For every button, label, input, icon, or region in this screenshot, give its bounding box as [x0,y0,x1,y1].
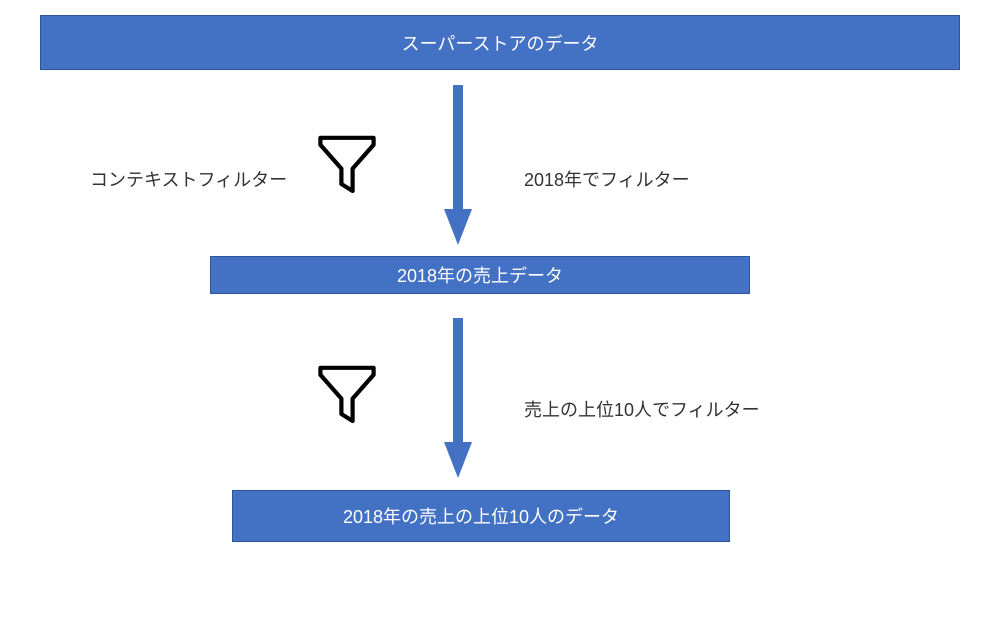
filter-top10-label: 売上の上位10人でフィルター [524,396,760,422]
filtered-2018-box: 2018年の売上データ [210,256,750,294]
filter-2018-label: 2018年でフィルター [524,166,690,192]
funnel-icon [312,358,382,428]
filtered-2018-label: 2018年の売上データ [397,262,563,288]
data-source-box: スーパーストアのデータ [40,15,960,70]
data-source-label: スーパーストアのデータ [402,30,599,56]
arrow-down-icon [444,318,472,478]
result-box: 2018年の売上の上位10人のデータ [232,490,730,542]
funnel-icon [312,128,382,198]
context-filter-label: コンテキストフィルター [90,166,287,192]
arrow-down-icon [444,85,472,245]
result-label: 2018年の売上の上位10人のデータ [343,503,619,529]
